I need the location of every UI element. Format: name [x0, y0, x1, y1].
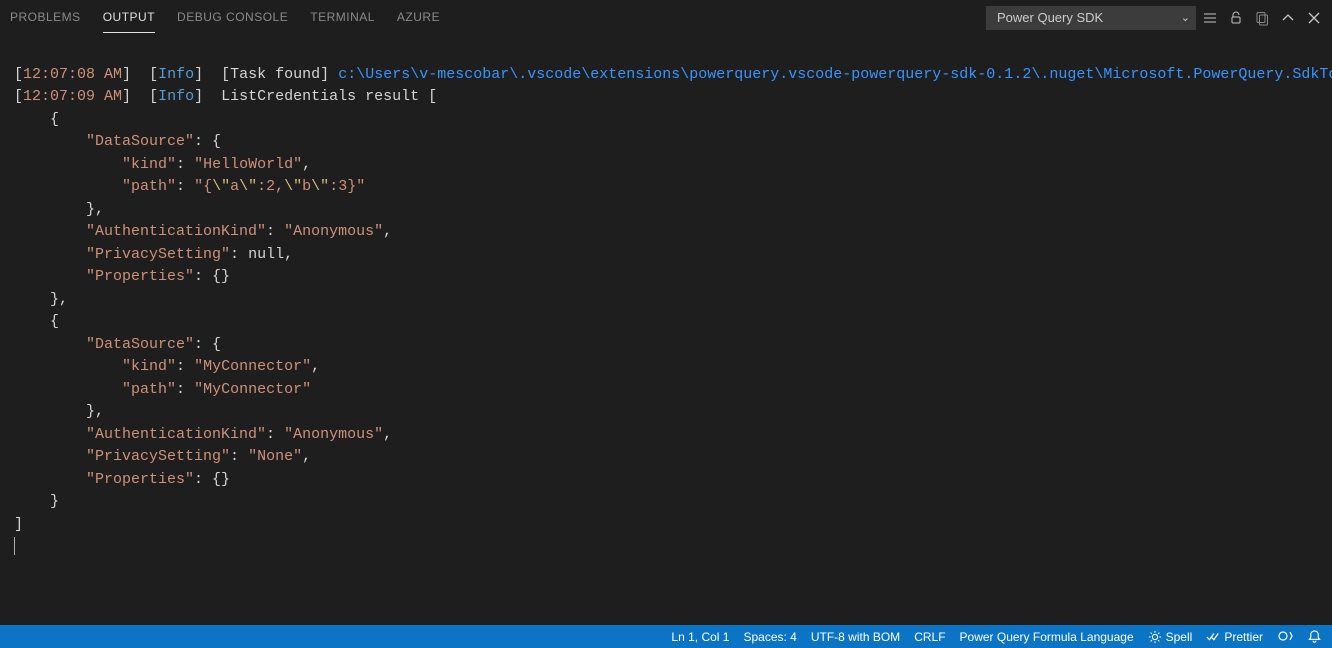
status-line-col[interactable]: Ln 1, Col 1	[671, 630, 729, 644]
tab-azure[interactable]: AZURE	[397, 2, 440, 33]
chevron-up-icon[interactable]	[1280, 10, 1296, 26]
json-key: "kind"	[122, 156, 176, 173]
json-value: :3}"	[329, 178, 365, 195]
json-value: "Anonymous"	[284, 223, 383, 240]
status-spell-label: Spell	[1166, 630, 1193, 644]
json-key: "kind"	[122, 358, 176, 375]
status-encoding[interactable]: UTF-8 with BOM	[811, 630, 900, 644]
lock-icon[interactable]	[1228, 10, 1244, 26]
json-value: \"	[311, 178, 329, 195]
log-task: Task found	[230, 66, 320, 83]
json-key: "AuthenticationKind"	[86, 426, 266, 443]
json-value: "{	[194, 178, 212, 195]
bell-icon	[1307, 629, 1322, 644]
gear-icon	[1148, 630, 1162, 644]
feedback-icon	[1277, 629, 1293, 645]
json-key: "AuthenticationKind"	[86, 223, 266, 240]
status-bell[interactable]	[1307, 629, 1322, 644]
log-path: c:\Users\v-mescobar\.vscode\extensions\p…	[338, 66, 1332, 83]
clear-icon[interactable]	[1254, 10, 1270, 26]
output-channel-dropdown[interactable]: Power Query SDK ⌄	[986, 6, 1196, 30]
log-level: Info	[158, 88, 194, 105]
json-key: "Properties"	[86, 471, 194, 488]
tab-terminal[interactable]: TERMINAL	[310, 2, 375, 33]
panel-tabs: PROBLEMS OUTPUT DEBUG CONSOLE TERMINAL A…	[10, 2, 440, 33]
json-value: "HelloWorld"	[194, 156, 302, 173]
json-value: \"	[239, 178, 257, 195]
log-timestamp: 12:07:08 AM	[23, 66, 122, 83]
json-key: "Properties"	[86, 268, 194, 285]
json-value: a	[230, 178, 239, 195]
close-icon[interactable]	[1306, 10, 1322, 26]
json-key: "path"	[122, 381, 176, 398]
json-key: "DataSource"	[86, 133, 194, 150]
json-key: "PrivacySetting"	[86, 246, 230, 263]
status-language[interactable]: Power Query Formula Language	[960, 630, 1134, 644]
json-value: \"	[284, 178, 302, 195]
json-key: "DataSource"	[86, 336, 194, 353]
panel-header: PROBLEMS OUTPUT DEBUG CONSOLE TERMINAL A…	[0, 0, 1332, 35]
status-feedback[interactable]	[1277, 629, 1293, 645]
tab-output[interactable]: OUTPUT	[103, 2, 155, 33]
double-check-icon	[1206, 630, 1220, 644]
status-eol[interactable]: CRLF	[914, 630, 945, 644]
text-cursor	[14, 537, 15, 555]
status-spell[interactable]: Spell	[1148, 630, 1193, 644]
tab-debug-console[interactable]: DEBUG CONSOLE	[177, 2, 288, 33]
status-bar: Ln 1, Col 1 Spaces: 4 UTF-8 with BOM CRL…	[0, 625, 1332, 648]
log-message: ListCredentials result [	[221, 88, 437, 105]
json-value: :2,	[257, 178, 284, 195]
json-value: "None"	[248, 448, 302, 465]
list-icon[interactable]	[1202, 10, 1218, 26]
json-key: "path"	[122, 178, 176, 195]
json-key: "PrivacySetting"	[86, 448, 230, 465]
status-prettier[interactable]: Prettier	[1206, 630, 1263, 644]
json-value: null	[248, 246, 284, 263]
tab-problems[interactable]: PROBLEMS	[10, 2, 81, 33]
json-value: b	[302, 178, 311, 195]
json-value: "Anonymous"	[284, 426, 383, 443]
output-body[interactable]: [12:07:08 AM] [Info] [Task found] c:\Use…	[0, 35, 1332, 648]
status-prettier-label: Prettier	[1224, 630, 1263, 644]
log-level: Info	[158, 66, 194, 83]
json-value: "MyConnector"	[194, 358, 311, 375]
json-value: "MyConnector"	[194, 381, 311, 398]
output-channel-selected[interactable]: Power Query SDK	[986, 6, 1196, 30]
log-timestamp: 12:07:09 AM	[23, 88, 122, 105]
json-value: \"	[212, 178, 230, 195]
status-indent[interactable]: Spaces: 4	[743, 630, 796, 644]
